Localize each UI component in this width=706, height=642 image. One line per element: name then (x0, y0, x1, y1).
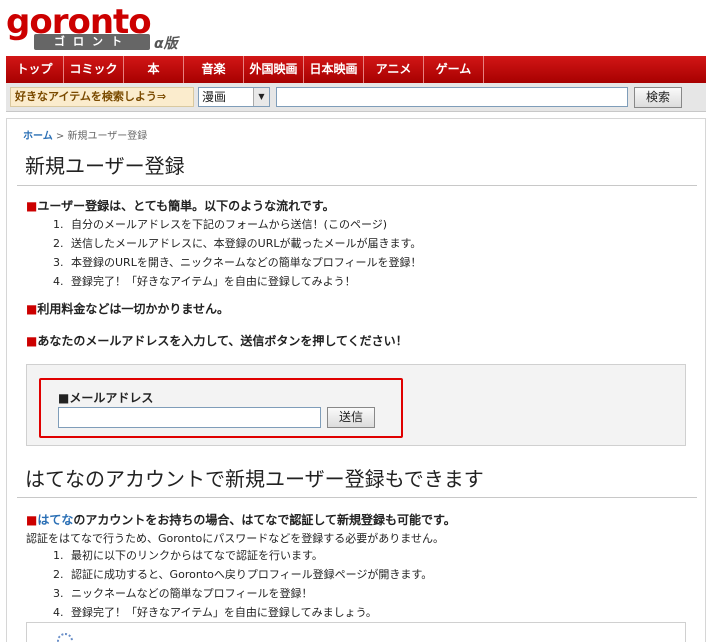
alpha-badge: α版 (154, 36, 178, 52)
list-item: 3. 本登録のURLを開き、ニックネームなどの簡単なプロフィールを登録！ (53, 256, 422, 269)
intro-heading: ■ユーザー登録は、とても簡単。以下のような流れです。 (26, 199, 335, 213)
main-content: ホーム > 新規ユーザー登録 新規ユーザー登録 ■ユーザー登録は、とても簡単。以… (6, 118, 706, 642)
bullet-square-icon: ■ (26, 334, 38, 348)
main-nav: トップ コミック 本 音楽 外国映画 日本映画 アニメ ゲーム (6, 56, 706, 83)
list-item: 2. 送信したメールアドレスに、本登録のURLが載ったメールが届きます。 (53, 237, 422, 250)
list-item: 3. ニックネームなどの簡単なプロフィールを登録！ (53, 587, 313, 600)
breadcrumb: ホーム > 新規ユーザー登録 (23, 127, 147, 142)
search-button[interactable]: 検索 (634, 87, 682, 108)
nav-item-japanese-movies[interactable]: 日本映画 (304, 56, 364, 83)
hatena-note: 認証をはてなで行うため、Gorontoにパスワードなどを登録する必要がありません… (26, 532, 444, 545)
bullet-square-icon: ■ (26, 513, 38, 527)
nav-item-foreign-movies[interactable]: 外国映画 (244, 56, 304, 83)
hatena-auth-box (26, 622, 686, 642)
breadcrumb-home-link[interactable]: ホーム (23, 131, 53, 142)
email-form-panel: ■メールアドレス 送信 (26, 364, 686, 446)
instruction-heading: ■あなたのメールアドレスを入力して、送信ボタンを押してください！ (26, 334, 408, 348)
list-item: 2. 認証に成功すると、Gorontoへ戻りプロフィール登録ページが開きます。 (53, 568, 433, 581)
nav-item-anime[interactable]: アニメ (364, 56, 424, 83)
category-select-value: 漫画 (202, 90, 227, 104)
divider (17, 185, 697, 186)
chevron-down-icon[interactable]: ▼ (253, 88, 269, 106)
email-label: ■メールアドレス (58, 391, 154, 405)
hatena-link[interactable]: はてな (37, 513, 73, 527)
hatena-section-title: はてなのアカウントで新規ユーザー登録もできます (25, 467, 484, 491)
category-select[interactable]: 漫画 ▼ (198, 87, 270, 107)
nav-item-comic[interactable]: コミック (64, 56, 124, 83)
nav-item-top[interactable]: トップ (6, 56, 64, 83)
send-button[interactable]: 送信 (327, 407, 375, 428)
bullet-square-icon: ■ (26, 302, 38, 316)
divider (17, 497, 697, 498)
page-title: 新規ユーザー登録 (25, 154, 185, 178)
list-item: 4. 登録完了！「好きなアイテム」を自由に登録してみましょう。 (53, 606, 377, 619)
nav-item-games[interactable]: ゲーム (424, 56, 484, 83)
registration-steps: 1. 自分のメールアドレスを下記のフォームから送信！(このページ) 2. 送信したメ… (53, 215, 422, 291)
list-item: 1. 最初に以下のリンクからはてなで認証を行います。 (53, 549, 323, 562)
search-prompt-label: 好きなアイテムを検索しよう⇒ (10, 87, 194, 107)
site-logo[interactable]: goronto ゴロント α版 (6, 4, 196, 52)
bullet-square-icon: ■ (26, 199, 38, 213)
email-form: ■メールアドレス 送信 (39, 378, 403, 438)
list-item: 4. 登録完了！「好きなアイテム」を自由に登録してみよう！ (53, 275, 356, 288)
email-field[interactable] (58, 407, 321, 428)
nav-item-books[interactable]: 本 (124, 56, 184, 83)
search-bar: 好きなアイテムを検索しよう⇒ 漫画 ▼ 検索 (6, 83, 706, 112)
hatena-steps: 1. 最初に以下のリンクからはてなで認証を行います。 2. 認証に成功すると、Gor… (53, 546, 432, 622)
hatena-logo-icon[interactable] (57, 633, 73, 642)
breadcrumb-separator: > (55, 131, 65, 142)
nav-item-music[interactable]: 音楽 (184, 56, 244, 83)
list-item: 1. 自分のメールアドレスを下記のフォームから送信！(このページ) (53, 218, 388, 231)
logo-katakana: ゴロント (34, 34, 150, 50)
breadcrumb-current: 新規ユーザー登録 (67, 131, 148, 142)
fee-heading: ■利用料金などは一切かかりません。 (26, 302, 229, 316)
hatena-heading: ■はてなのアカウントをお持ちの場合、はてなで認証して新規登録も可能です。 (26, 513, 456, 527)
search-input[interactable] (276, 87, 628, 107)
